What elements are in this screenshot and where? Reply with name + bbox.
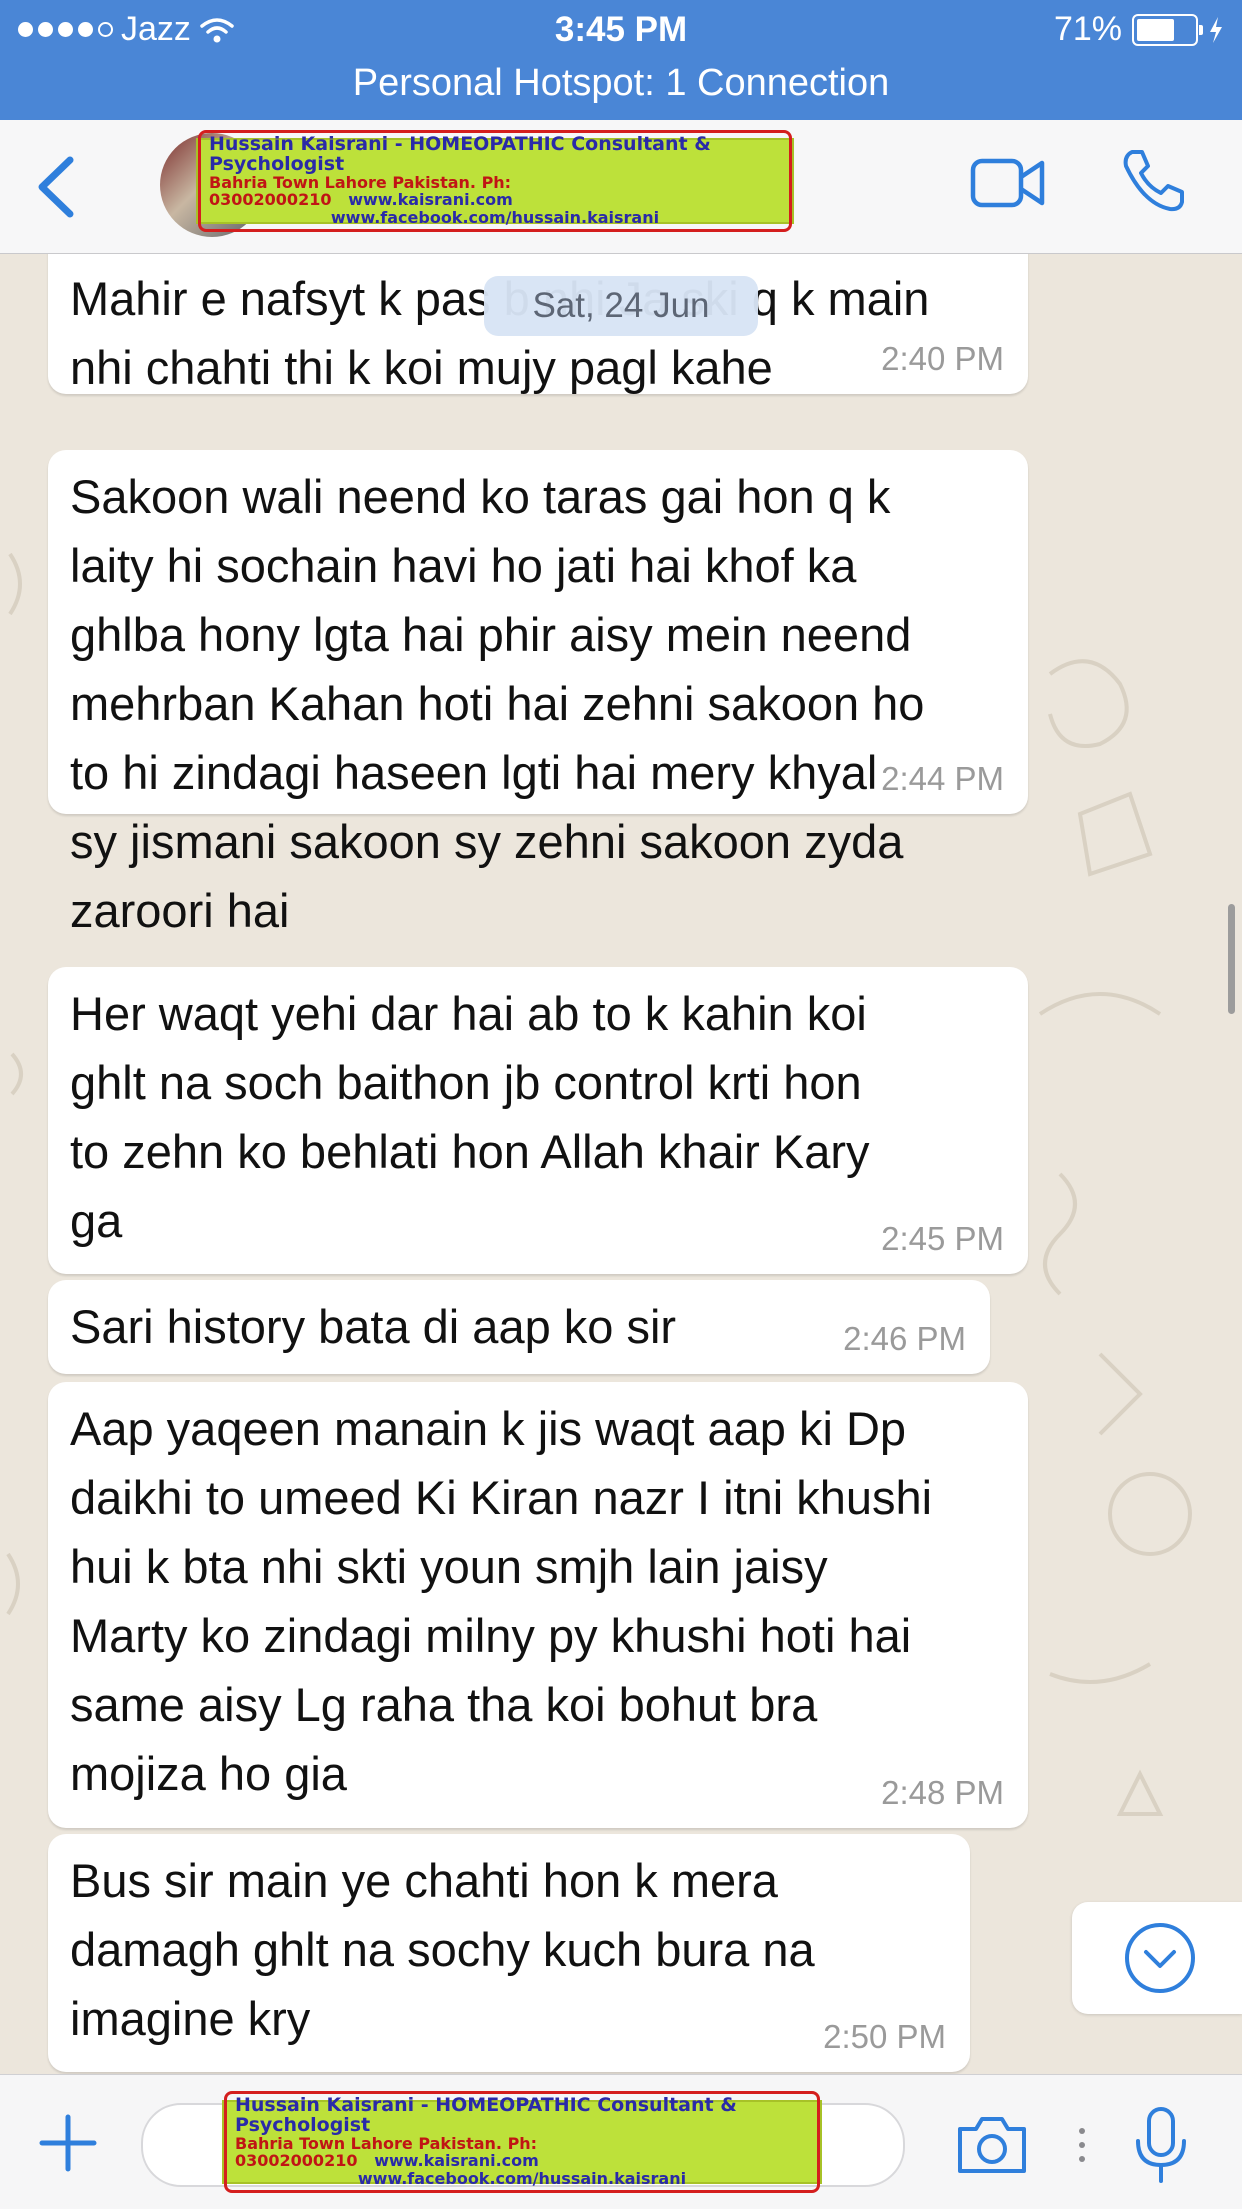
microphone-icon	[1136, 2107, 1186, 2183]
date-separator: Sat, 24 Jun	[484, 276, 758, 336]
message-bubble[interactable]: Her waqt yehi dar hai ab to k kahin koi …	[48, 967, 1028, 1274]
message-time: 2:40 PM	[881, 340, 1004, 377]
message-text: Sari history bata di aap ko sir	[70, 1300, 677, 1353]
more-vertical-icon	[1079, 2128, 1085, 2162]
message-text: Aap yaqeen manain k jis waqt aap ki Dp d…	[70, 1402, 933, 1800]
banner-address: Bahria Town Lahore Pakistan. Ph: 0300200…	[235, 2133, 539, 2170]
status-bar: Jazz 3:45 PM 71% Personal Hotspot: 1 Con…	[0, 0, 1242, 120]
banner-facebook: www.facebook.com/hussain.kaisrani	[357, 2169, 687, 2189]
voice-message-button[interactable]	[1130, 2105, 1192, 2187]
chevron-left-icon	[38, 156, 74, 218]
message-bubble[interactable]: Bus sir main ye chahti hon k mera damagh…	[48, 1834, 970, 2072]
message-text: Her waqt yehi dar hai ab to k kahin koi …	[70, 987, 870, 1247]
banner-title: Hussain Kaisrani - HOMEOPATHIC Consultan…	[209, 132, 711, 175]
message-time: 2:44 PM	[881, 760, 1004, 797]
message-time: 2:50 PM	[823, 2018, 946, 2055]
banner-title: Hussain Kaisrani - HOMEOPATHIC Consultan…	[235, 2093, 737, 2136]
camera-icon	[958, 2117, 1026, 2173]
more-button[interactable]	[1070, 2113, 1094, 2177]
message-text: Bus sir main ye chahti hon k mera damagh…	[70, 1854, 815, 2045]
back-button[interactable]	[30, 152, 90, 222]
voice-call-button[interactable]	[1118, 146, 1188, 216]
phone-icon	[1123, 150, 1184, 212]
message-time: 2:46 PM	[843, 1320, 966, 1357]
scrollbar[interactable]	[1228, 904, 1235, 1014]
input-overlay-banner: Hussain Kaisrani - HOMEOPATHIC Consultan…	[222, 2090, 822, 2194]
battery-icon	[1132, 13, 1203, 46]
banner-facebook: www.facebook.com/hussain.kaisrani	[330, 208, 660, 228]
battery-percent: 71%	[1053, 10, 1122, 48]
battery-area: 71%	[1054, 10, 1224, 49]
hotspot-banner[interactable]: Personal Hotspot: 1 Connection	[0, 62, 1242, 105]
camera-button[interactable]	[954, 2113, 1030, 2177]
message-bubble[interactable]: Aap yaqeen manain k jis waqt aap ki Dp d…	[48, 1382, 1028, 1828]
video-camera-icon	[970, 158, 1045, 208]
message-bubble[interactable]: Sari history bata di aap ko sir 2:46 PM	[48, 1280, 990, 1374]
message-time: 2:48 PM	[881, 1774, 1004, 1811]
lightning-icon	[1208, 16, 1224, 44]
message-text: Sakoon wali neend ko taras gai hon q k l…	[70, 470, 925, 937]
attach-button[interactable]	[36, 2111, 100, 2175]
chevron-down-circle-icon	[1125, 1923, 1195, 1993]
banner-address: Bahria Town Lahore Pakistan. Ph: 0300200…	[209, 172, 513, 209]
plus-icon	[39, 2114, 97, 2172]
video-call-button[interactable]	[970, 155, 1046, 211]
chat-area[interactable]: Mahir e nafsyt k pas b nhi Ja ski q k ma…	[0, 254, 1242, 2074]
scroll-to-bottom-button[interactable]	[1072, 1902, 1242, 2014]
message-bubble[interactable]: Sakoon wali neend ko taras gai hon q k l…	[48, 450, 1028, 937]
message-time: 2:45 PM	[881, 1220, 1004, 1257]
contact-name-banner[interactable]: Hussain Kaisrani - HOMEOPATHIC Consultan…	[196, 129, 794, 233]
